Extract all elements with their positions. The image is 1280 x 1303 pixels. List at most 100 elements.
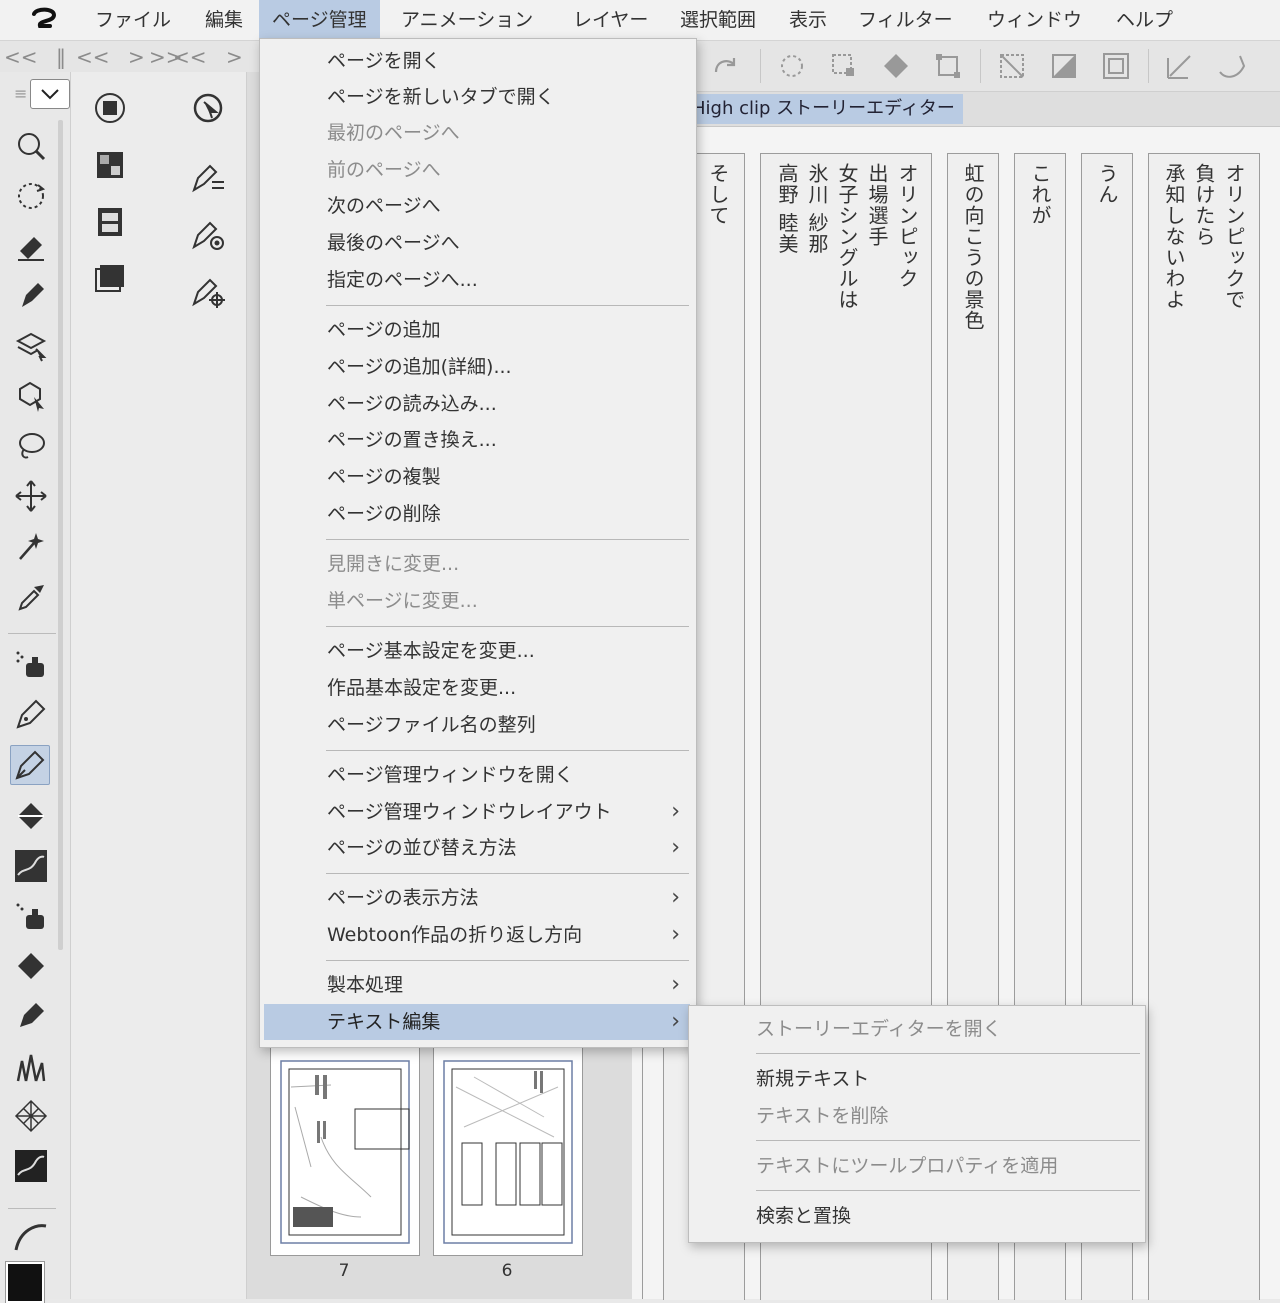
- brush-size-icon[interactable]: [190, 217, 226, 253]
- menu-selection[interactable]: 選択範囲: [667, 0, 769, 40]
- menu-help[interactable]: ヘルプ: [1103, 0, 1186, 40]
- menu-item-text-edit[interactable]: テキスト編集 ›: [264, 1004, 690, 1040]
- tool-palette-dropdown[interactable]: [30, 79, 70, 109]
- menu-item-page-manager-layout[interactable]: ページ管理ウィンドウレイアウト ›: [264, 794, 690, 830]
- menu-filter[interactable]: フィルター: [845, 0, 966, 40]
- menu-item-open-page-new-tab[interactable]: ページを新しいタブで開く: [264, 79, 690, 115]
- menu-item-add-page[interactable]: ページの追加: [264, 312, 690, 348]
- page-thumbnail[interactable]: [433, 1046, 583, 1256]
- palette-grip-icon[interactable]: ‖: [56, 45, 66, 69]
- app-logo-icon[interactable]: [30, 6, 60, 38]
- color-set-icon[interactable]: [92, 147, 128, 183]
- move-icon[interactable]: [12, 477, 50, 515]
- collapse-left-icon-2[interactable]: <<: [76, 45, 110, 69]
- palette-menu-icon[interactable]: ≡: [14, 84, 27, 103]
- expand-right-icon[interactable]: >: [128, 45, 145, 69]
- tool-property-icon[interactable]: [190, 160, 226, 196]
- menu-item-go-to-page[interactable]: 指定のページへ...: [264, 262, 690, 298]
- story-text-line[interactable]: オリンピック: [892, 163, 922, 289]
- spray-icon[interactable]: [12, 897, 50, 935]
- clear-outside-icon[interactable]: [996, 50, 1028, 82]
- story-text-line[interactable]: そして: [703, 163, 733, 226]
- menu-item-page-settings[interactable]: ページ基本設定を変更...: [264, 633, 690, 669]
- select-area-icon[interactable]: [828, 50, 860, 82]
- transform-icon[interactable]: [932, 50, 964, 82]
- curve-icon[interactable]: [12, 1218, 50, 1256]
- gradient-icon[interactable]: [12, 1147, 50, 1185]
- main-color-swatch[interactable]: [5, 1261, 45, 1303]
- story-text-line[interactable]: うん: [1092, 163, 1122, 205]
- gradient-pattern-icon[interactable]: [12, 847, 50, 885]
- story-text-line[interactable]: 高野 睦美: [772, 163, 802, 254]
- eyedropper-icon[interactable]: [12, 577, 50, 615]
- menu-item-import-page[interactable]: ページの読み込み...: [264, 386, 690, 422]
- menu-view[interactable]: 表示: [776, 0, 840, 40]
- pattern-brush-icon[interactable]: [12, 1097, 50, 1135]
- pen-icon[interactable]: [12, 695, 50, 733]
- menu-item-find-replace[interactable]: 検索と置換: [689, 1198, 1145, 1234]
- eraser-icon[interactable]: [12, 227, 50, 265]
- deselect-icon[interactable]: [776, 50, 808, 82]
- rotate-icon[interactable]: [12, 177, 50, 215]
- menu-item-sort-page-filenames[interactable]: ページファイル名の整列: [264, 707, 690, 743]
- menu-item-replace-page[interactable]: ページの置き換え...: [264, 422, 690, 458]
- navigator-icon[interactable]: [190, 90, 226, 126]
- menu-item-webtoon-wrap-direction[interactable]: Webtoon作品の折り返し方向 ›: [264, 917, 690, 953]
- story-text-line[interactable]: 負けたら: [1189, 163, 1219, 247]
- menu-item-page-sort-method[interactable]: ページの並び替え方法 ›: [264, 830, 690, 866]
- story-text-line[interactable]: 虹の向こうの景色: [958, 163, 988, 331]
- pen-nib-icon[interactable]: [10, 745, 50, 785]
- marker-icon[interactable]: [12, 277, 50, 315]
- menu-file[interactable]: ファイル: [82, 0, 184, 40]
- tool-palette-scrollbar[interactable]: [58, 120, 63, 950]
- grass-brush-icon[interactable]: [12, 1047, 50, 1085]
- magic-wand-icon[interactable]: [12, 527, 50, 565]
- story-text-line[interactable]: オリンピックで: [1219, 163, 1249, 310]
- menu-item-open-page-manager[interactable]: ページ管理ウィンドウを開く: [264, 757, 690, 793]
- menu-item-next-page[interactable]: 次のページへ: [264, 188, 690, 224]
- menu-item-last-page[interactable]: 最後のページへ: [264, 225, 690, 261]
- expand-right-icon-3[interactable]: >: [226, 45, 243, 69]
- story-text-line[interactable]: 氷川 紗那: [802, 163, 832, 254]
- object-select-icon[interactable]: [12, 377, 50, 415]
- menu-item-delete-page[interactable]: ページの削除: [264, 496, 690, 532]
- lasso-icon[interactable]: [12, 427, 50, 465]
- fill-icon[interactable]: [12, 947, 50, 985]
- brush-stroke-icon[interactable]: [1216, 50, 1248, 82]
- layer-select-icon[interactable]: [12, 327, 50, 365]
- menu-item-binding-process[interactable]: 製本処理 ›: [264, 967, 690, 1003]
- fill-tool-icon[interactable]: [12, 797, 50, 835]
- menu-window[interactable]: ウィンドウ: [974, 0, 1095, 40]
- story-text-line[interactable]: 承知しないわよ: [1159, 163, 1189, 310]
- menu-edit[interactable]: 編集: [192, 0, 256, 40]
- menu-item-page-display-method[interactable]: ページの表示方法 ›: [264, 880, 690, 916]
- story-text-line[interactable]: 出場選手: [862, 163, 892, 247]
- story-text-line[interactable]: 女子シングルは: [832, 163, 862, 310]
- collapse-left-icon[interactable]: <<: [4, 45, 38, 69]
- zoom-icon[interactable]: [12, 127, 50, 165]
- ruler-icon[interactable]: [1164, 50, 1196, 82]
- fill-bucket-icon[interactable]: [880, 50, 912, 82]
- redo-icon[interactable]: [710, 50, 742, 82]
- text-column-box[interactable]: [1148, 153, 1260, 1300]
- timeline-icon[interactable]: [92, 204, 128, 240]
- menu-item-duplicate-page[interactable]: ページの複製: [264, 459, 690, 495]
- brush-icon[interactable]: [12, 997, 50, 1035]
- tab-story-editor[interactable]: High clip ストーリーエディター: [692, 94, 963, 124]
- airbrush-icon[interactable]: [12, 645, 50, 683]
- fill-selection-icon[interactable]: [1048, 50, 1080, 82]
- sub-tool-detail-icon[interactable]: [190, 274, 226, 310]
- menu-layer[interactable]: レイヤー: [560, 0, 661, 40]
- layer-property-icon[interactable]: [92, 90, 128, 126]
- canvas-layers-icon[interactable]: [92, 261, 128, 297]
- story-text-line[interactable]: これが: [1025, 163, 1055, 226]
- invert-selection-icon[interactable]: [1100, 50, 1132, 82]
- page-thumbnail[interactable]: [270, 1046, 420, 1256]
- menu-page-management[interactable]: ページ管理: [259, 0, 380, 40]
- menu-animation[interactable]: アニメーション: [388, 0, 546, 40]
- menu-item-new-text[interactable]: 新規テキスト: [689, 1061, 1145, 1097]
- collapse-left-icon-3[interactable]: <<: [173, 45, 207, 69]
- menu-item-work-settings[interactable]: 作品基本設定を変更...: [264, 670, 690, 706]
- menu-item-open-page[interactable]: ページを開く: [264, 43, 690, 79]
- menu-item-add-page-advanced[interactable]: ページの追加(詳細)...: [264, 349, 690, 385]
